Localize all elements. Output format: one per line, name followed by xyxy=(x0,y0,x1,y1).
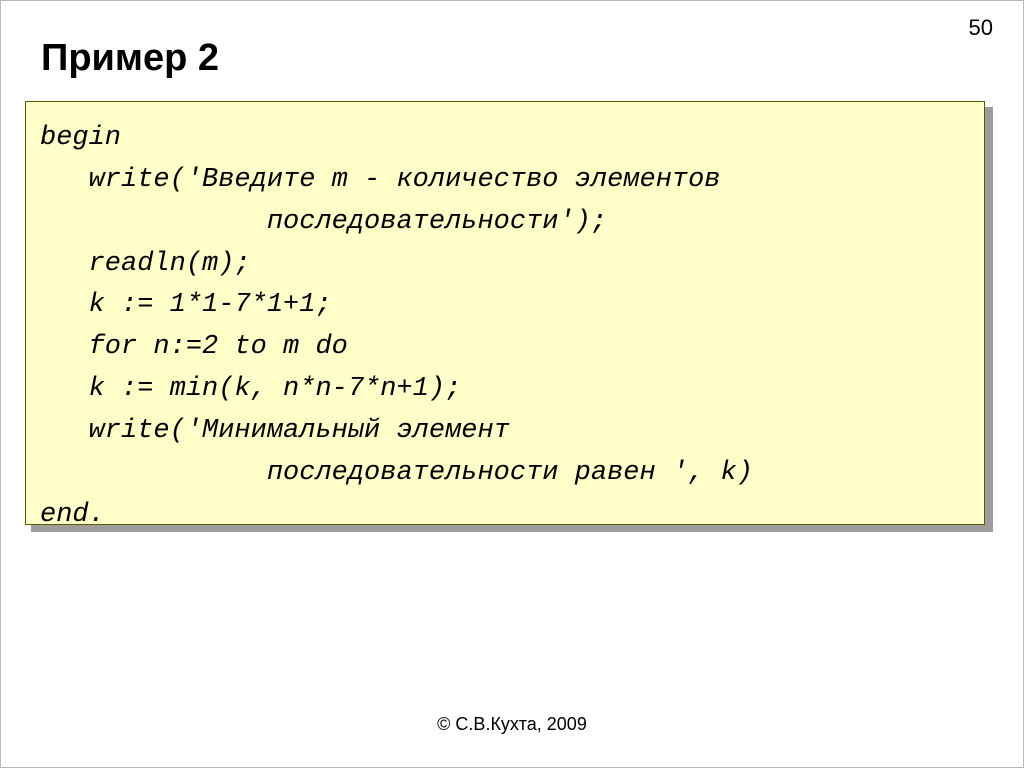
page-number: 50 xyxy=(969,15,993,41)
code-content: begin write('Введите m - количество элем… xyxy=(40,118,974,536)
slide-footer: © С.В.Кухта, 2009 xyxy=(1,714,1023,735)
code-line: k := min(k, n*n-7*n+1); xyxy=(40,374,461,404)
code-line: begin xyxy=(40,123,121,153)
code-line: for n:=2 to m do xyxy=(40,332,348,362)
code-line: readln(m); xyxy=(40,249,251,279)
code-line: write('Минимальный элемент xyxy=(40,416,510,446)
code-line: последовательности'); xyxy=(40,207,607,237)
slide-title: Пример 2 xyxy=(41,37,219,80)
code-box: begin write('Введите m - количество элем… xyxy=(25,101,985,525)
slide: 50 Пример 2 begin write('Введите m - кол… xyxy=(0,0,1024,768)
code-line: k := 1*1-7*1+1; xyxy=(40,290,332,320)
code-line: последовательности равен ', k) xyxy=(40,458,753,488)
code-line: end. xyxy=(40,500,105,530)
code-line: write('Введите m - количество элементов xyxy=(40,165,721,195)
